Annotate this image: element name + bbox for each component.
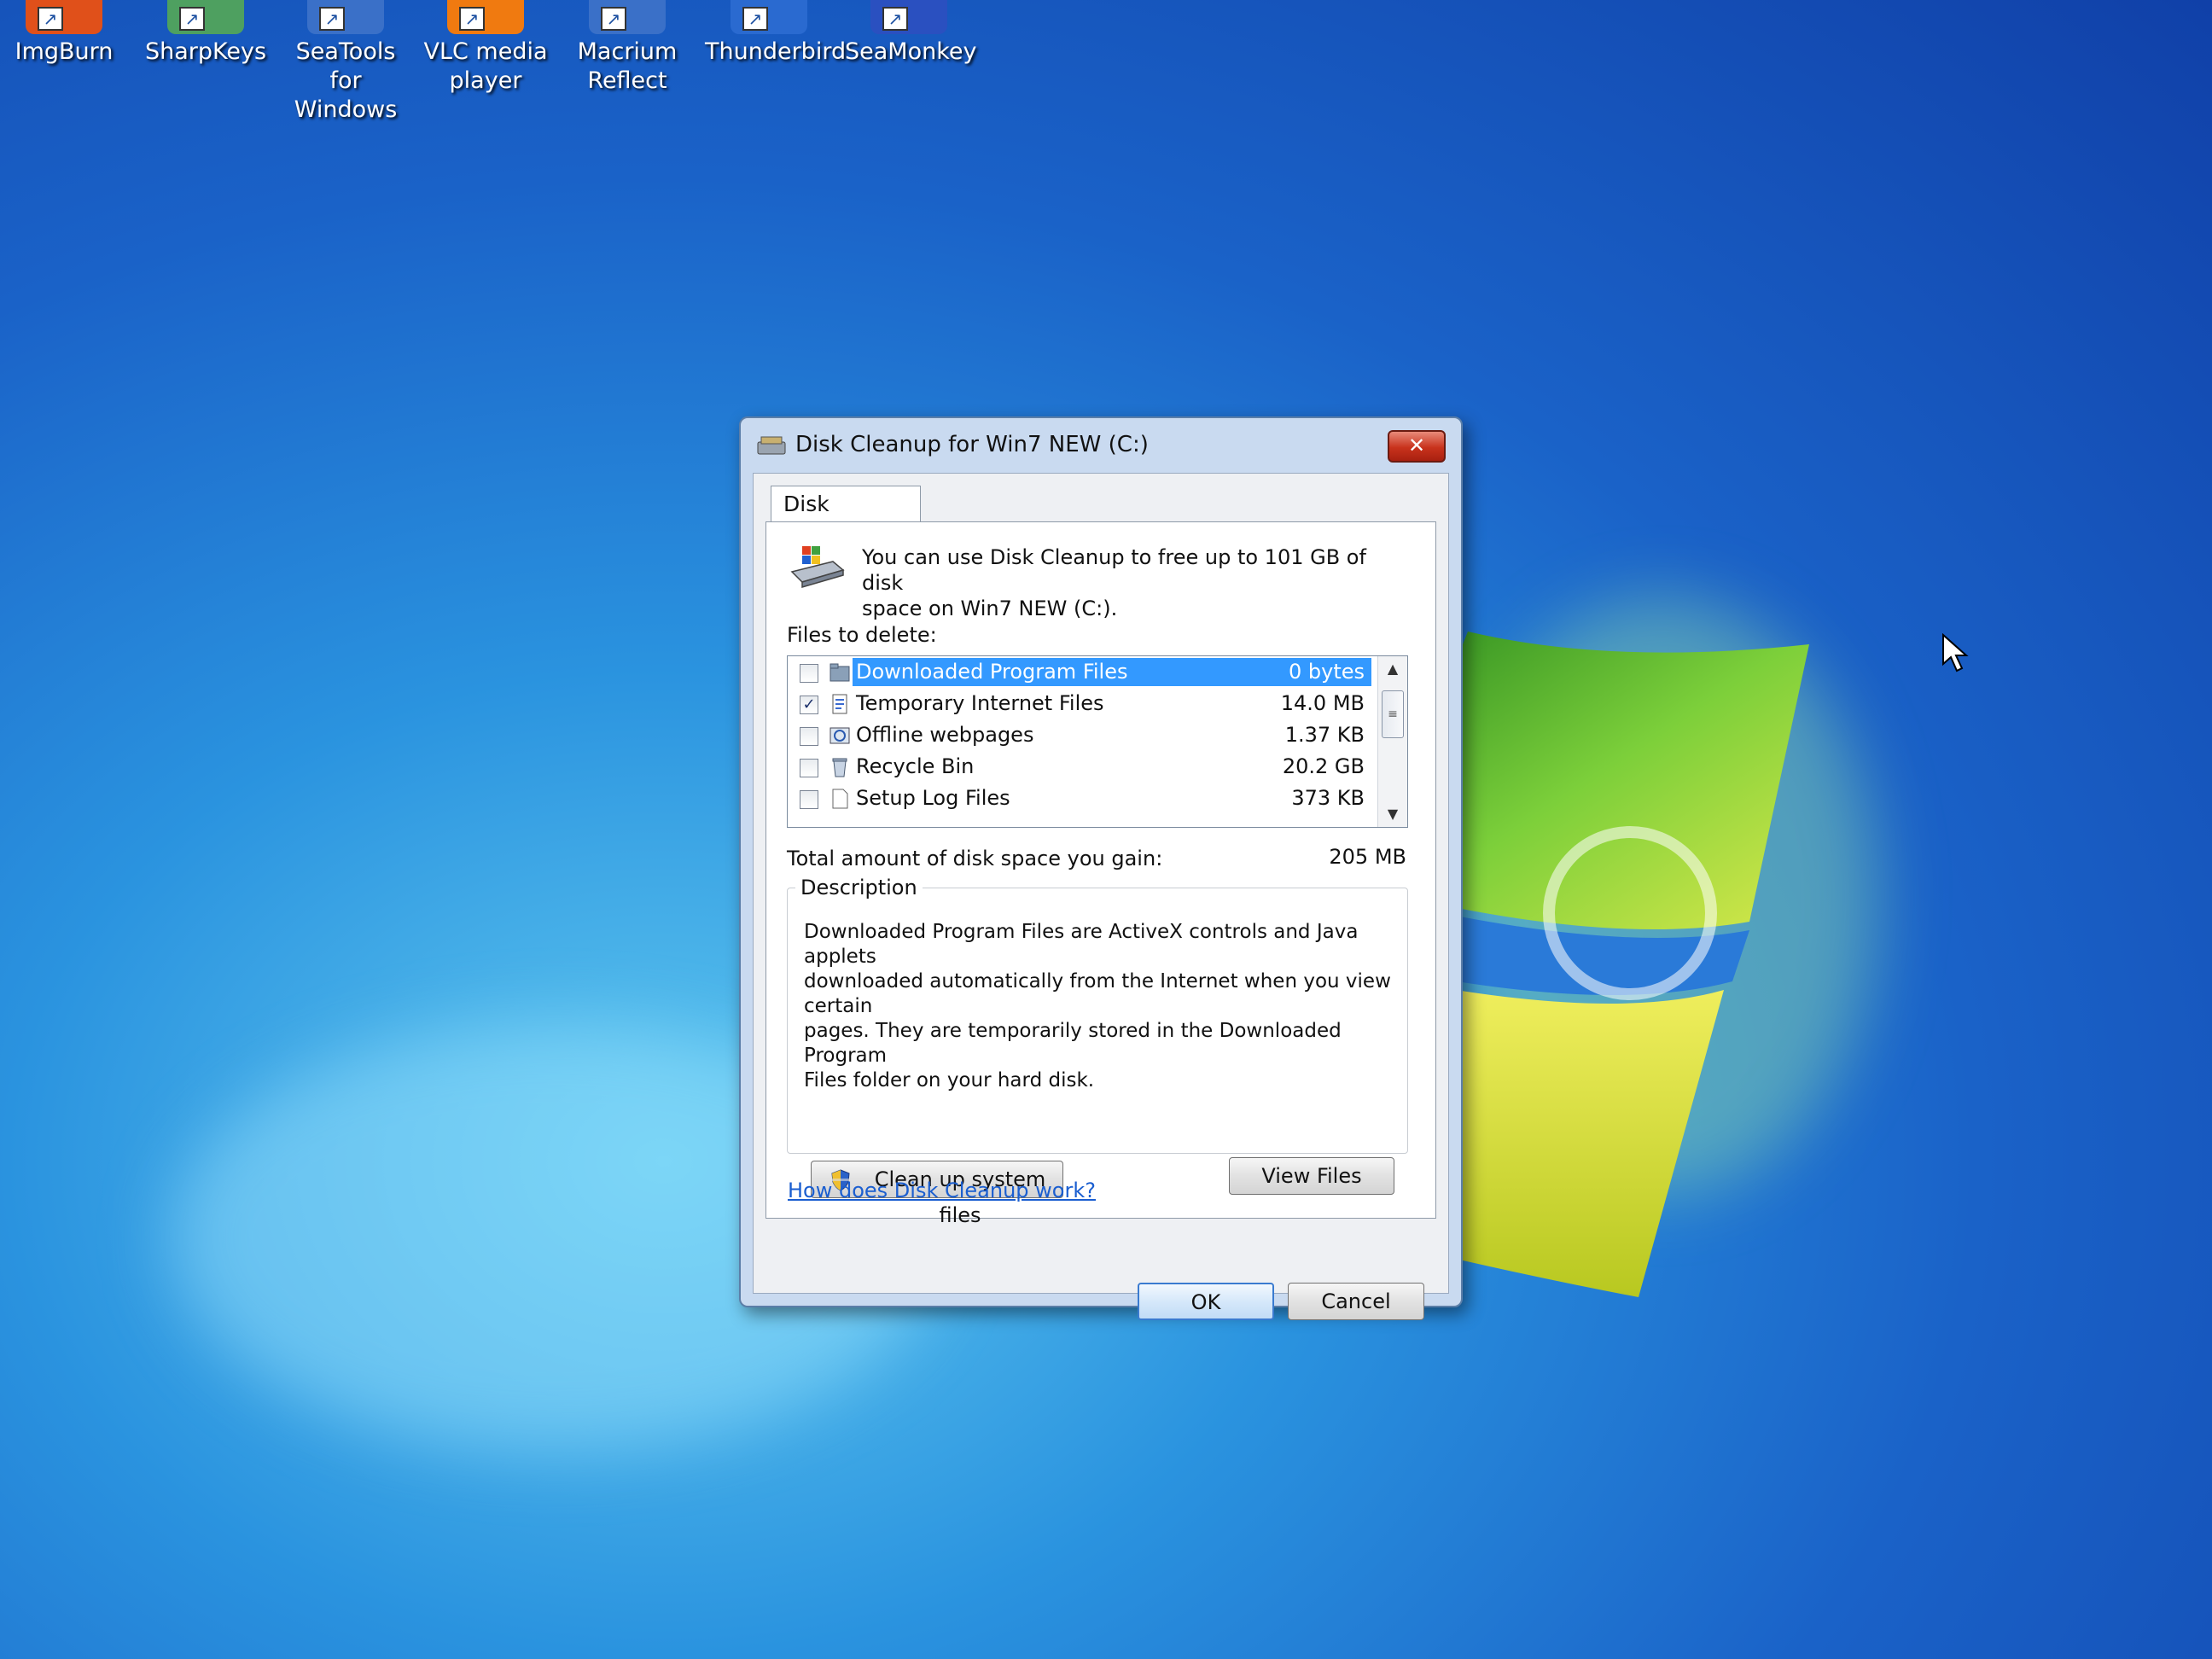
thunderbird-icon: ↗ [731,0,807,34]
shortcut-arrow-icon: ↗ [319,7,345,31]
file-category-name: Recycle Bin [856,754,975,778]
title-bar[interactable]: Disk Cleanup for Win7 NEW (C:) ✕ [741,418,1461,473]
scroll-up-arrow-icon[interactable]: ▲ [1378,656,1407,682]
desktop-icon-label: SeaTools for [295,38,396,94]
file-category-size: 14.0 MB [1280,691,1365,715]
files-to-delete-label: Files to delete: [787,623,937,647]
shortcut-arrow-icon: ↗ [179,7,205,31]
shortcut-arrow-icon: ↗ [459,7,485,31]
shortcut-arrow-icon: ↗ [601,7,626,31]
desktop-icon-label: Reflect [587,67,667,94]
desktop-icon-label: Macrium [577,38,678,65]
disk-cleanup-icon [757,436,786,455]
document-icon [832,789,848,809]
desktop-icon-label: Thunderbird [705,38,847,65]
desktop-icon-seamonkey[interactable]: ↗ SeaMonkey [845,0,977,67]
file-category-size: 0 bytes [1288,660,1365,684]
checkbox[interactable] [800,664,818,683]
offline-webpage-icon [830,727,850,744]
seamonkey-icon: ↗ [870,0,947,34]
seatools-icon: ↗ [307,0,384,34]
recycle-bin-icon [832,758,847,777]
shortcut-arrow-icon: ↗ [38,7,63,31]
files-to-delete-list[interactable]: Downloaded Program Files 0 bytes ✓ Tempo… [787,655,1408,828]
file-category-name: Offline webpages [856,723,1034,747]
mouse-cursor-icon [1942,633,1969,672]
total-space-value: 205 MB [1329,845,1406,869]
desktop-icon-label: player [449,67,522,94]
file-category-name: Setup Log Files [856,786,1010,810]
imgburn-icon: ↗ [26,0,102,34]
close-button[interactable]: ✕ [1388,430,1446,463]
desktop-icon-vlc[interactable]: ↗ VLC media player [422,0,550,96]
macrium-icon: ↗ [589,0,666,34]
disk-cleanup-dialog: Disk Cleanup for Win7 NEW (C:) ✕ Disk Cl… [739,416,1463,1320]
checkbox[interactable] [800,790,818,809]
list-item-setup-log-files[interactable]: Setup Log Files 373 KB [788,783,1377,814]
cancel-button[interactable]: Cancel [1288,1283,1424,1320]
sharpkeys-icon: ↗ [167,0,244,34]
checkbox[interactable] [800,727,818,746]
description-label: Description [795,876,923,899]
description-line: pages. They are temporarily stored in th… [804,1020,1342,1067]
list-item-recycle-bin[interactable]: Recycle Bin 20.2 GB [788,751,1377,783]
help-link[interactable]: How does Disk Cleanup work? [788,1179,1096,1202]
file-category-name: Temporary Internet Files [856,691,1104,715]
file-category-name: Downloaded Program Files [856,660,1128,684]
checkbox-checked[interactable]: ✓ [800,696,818,714]
list-item-downloaded-program-files[interactable]: Downloaded Program Files 0 bytes [788,656,1377,688]
scroll-down-arrow-icon[interactable]: ▼ [1378,801,1407,827]
tab-panel: You can use Disk Cleanup to free up to 1… [765,521,1436,1227]
close-icon: ✕ [1407,434,1426,457]
desktop-icon-sharpkeys[interactable]: ↗ SharpKeys [142,0,270,67]
window-title: Disk Cleanup for Win7 NEW (C:) [795,432,1149,457]
shortcut-arrow-icon: ↗ [742,7,768,31]
description-line: Downloaded Program Files are ActiveX con… [804,921,1359,968]
desktop-icon-label: SeaMonkey [845,38,977,65]
view-files-button[interactable]: View Files [1229,1157,1394,1195]
intro-line: space on Win7 NEW (C:). [862,597,1118,620]
list-scrollbar[interactable]: ▲ ≡ ▼ [1377,656,1407,827]
desktop-icons: ↗ ImgBurn ↗ SharpKeys ↗ SeaTools for Wind… [0,0,1024,123]
intro-text: You can use Disk Cleanup to free up to 1… [862,544,1391,621]
ok-button[interactable]: OK [1138,1283,1274,1320]
disk-cleanup-large-icon [790,546,845,588]
vlc-icon: ↗ [447,0,524,34]
list-item-temporary-internet-files[interactable]: ✓ Temporary Internet Files 14.0 MB [788,688,1377,719]
description-text: Downloaded Program Files are ActiveX con… [804,920,1393,1093]
checkbox[interactable] [800,759,818,777]
file-category-size: 373 KB [1291,786,1365,810]
tab-disk-cleanup[interactable]: Disk Cleanup [771,486,921,552]
desktop-icon-thunderbird[interactable]: ↗ Thunderbird [705,0,846,67]
intro-line: You can use Disk Cleanup to free up to 1… [862,545,1366,595]
desktop-icon-label: VLC media [423,38,548,65]
dialog-client-area: Disk Cleanup You can use Disk Cleanup to… [753,473,1449,1320]
file-category-size: 20.2 GB [1282,754,1365,778]
scroll-thumb[interactable]: ≡ [1382,690,1404,738]
desktop-icon-label: ImgBurn [15,38,114,65]
desktop-icon-macrium[interactable]: ↗ Macrium Reflect [563,0,691,96]
description-line: Files folder on your hard disk. [804,1069,1095,1091]
desktop-icon-label: Windows [294,96,398,123]
desktop-icon-imgburn[interactable]: ↗ ImgBurn [0,0,128,67]
description-line: downloaded automatically from the Intern… [804,970,1391,1017]
shortcut-arrow-icon: ↗ [882,7,908,31]
folder-icon [830,663,850,682]
total-space-label: Total amount of disk space you gain: [787,847,1163,870]
desktop-icon-seatools[interactable]: ↗ SeaTools for Windows [282,0,410,125]
document-lock-icon [832,694,847,714]
desktop-icon-label: SharpKeys [144,38,267,65]
list-item-offline-webpages[interactable]: Offline webpages 1.37 KB [788,719,1377,751]
file-category-size: 1.37 KB [1284,723,1365,747]
